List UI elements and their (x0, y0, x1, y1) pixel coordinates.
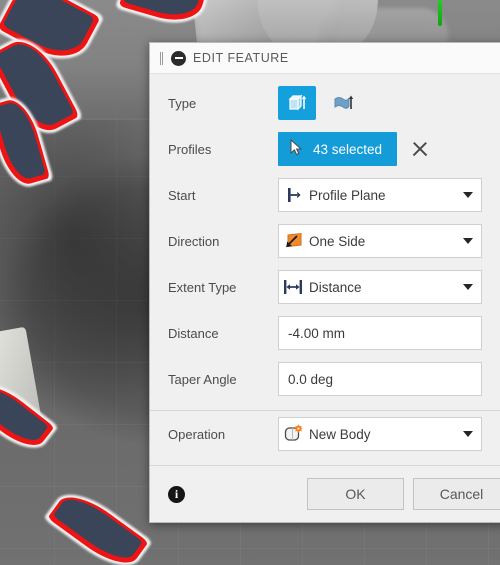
taper-angle-value: 0.0 deg (288, 371, 334, 387)
label-distance: Distance (168, 325, 219, 341)
row-distance: Distance -4.00 mm (150, 310, 500, 356)
chevron-down-icon[interactable] (455, 431, 481, 437)
row-type: Type (150, 80, 500, 126)
row-extent-type: Extent Type Distance (150, 264, 500, 310)
operation-value: New Body (309, 426, 371, 442)
label-profiles: Profiles (168, 141, 212, 157)
edit-feature-dialog[interactable]: EDIT FEATURE Type Profiles 43 selected S… (149, 42, 500, 523)
row-profiles: Profiles 43 selected (150, 126, 500, 172)
distance-value: -4.00 mm (288, 325, 346, 341)
footer-buttons: OK Cancel (307, 478, 500, 510)
axis-indicator-icon (438, 0, 442, 26)
chevron-down-icon[interactable] (455, 192, 481, 198)
extent-type-dropdown[interactable]: Distance (278, 270, 482, 304)
row-taper-angle: Taper Angle 0.0 deg (150, 356, 500, 402)
minus-circle-icon[interactable] (171, 50, 186, 66)
start-value: Profile Plane (309, 187, 386, 203)
close-x-icon[interactable] (409, 138, 431, 160)
label-extent-type: Extent Type (168, 279, 237, 295)
distance-measure-icon (279, 278, 309, 296)
new-body-icon (279, 424, 309, 444)
row-direction: Direction One Side (150, 218, 500, 264)
start-dropdown[interactable]: Profile Plane (278, 178, 482, 212)
direction-value: One Side (309, 233, 366, 249)
info-icon[interactable]: i (168, 485, 185, 503)
drag-grip-icon[interactable] (160, 51, 164, 65)
label-direction: Direction (168, 233, 220, 249)
extrude-solid-icon[interactable] (278, 86, 316, 120)
label-type: Type (168, 95, 197, 111)
label-taper-angle: Taper Angle (168, 371, 237, 387)
direction-dropdown[interactable]: One Side (278, 224, 482, 258)
dialog-footer: i OK Cancel (150, 465, 500, 522)
label-operation: Operation (168, 426, 226, 442)
distance-input[interactable]: -4.00 mm (278, 316, 482, 350)
row-start: Start Profile Plane (150, 172, 500, 218)
profiles-count-label: 43 selected (313, 141, 383, 157)
profile-plane-icon (279, 186, 309, 204)
profiles-select-button[interactable]: 43 selected (278, 132, 398, 166)
extrude-tapered-icon[interactable] (324, 86, 362, 120)
one-side-icon (279, 232, 309, 250)
label-start: Start (168, 187, 196, 203)
chevron-down-icon[interactable] (455, 238, 481, 244)
dialog-title-bar[interactable]: EDIT FEATURE (150, 43, 500, 74)
extent-type-value: Distance (309, 279, 362, 295)
ok-button[interactable]: OK (307, 478, 404, 510)
operation-dropdown[interactable]: New Body (278, 417, 482, 451)
row-operation: Operation New Body (150, 411, 500, 457)
dialog-body: Type Profiles 43 selected Start Profile … (150, 74, 500, 465)
taper-angle-input[interactable]: 0.0 deg (278, 362, 482, 396)
dialog-title: EDIT FEATURE (193, 51, 289, 65)
cursor-arrow-icon (289, 138, 304, 159)
cancel-button[interactable]: Cancel (413, 478, 500, 510)
chevron-down-icon[interactable] (455, 284, 481, 290)
